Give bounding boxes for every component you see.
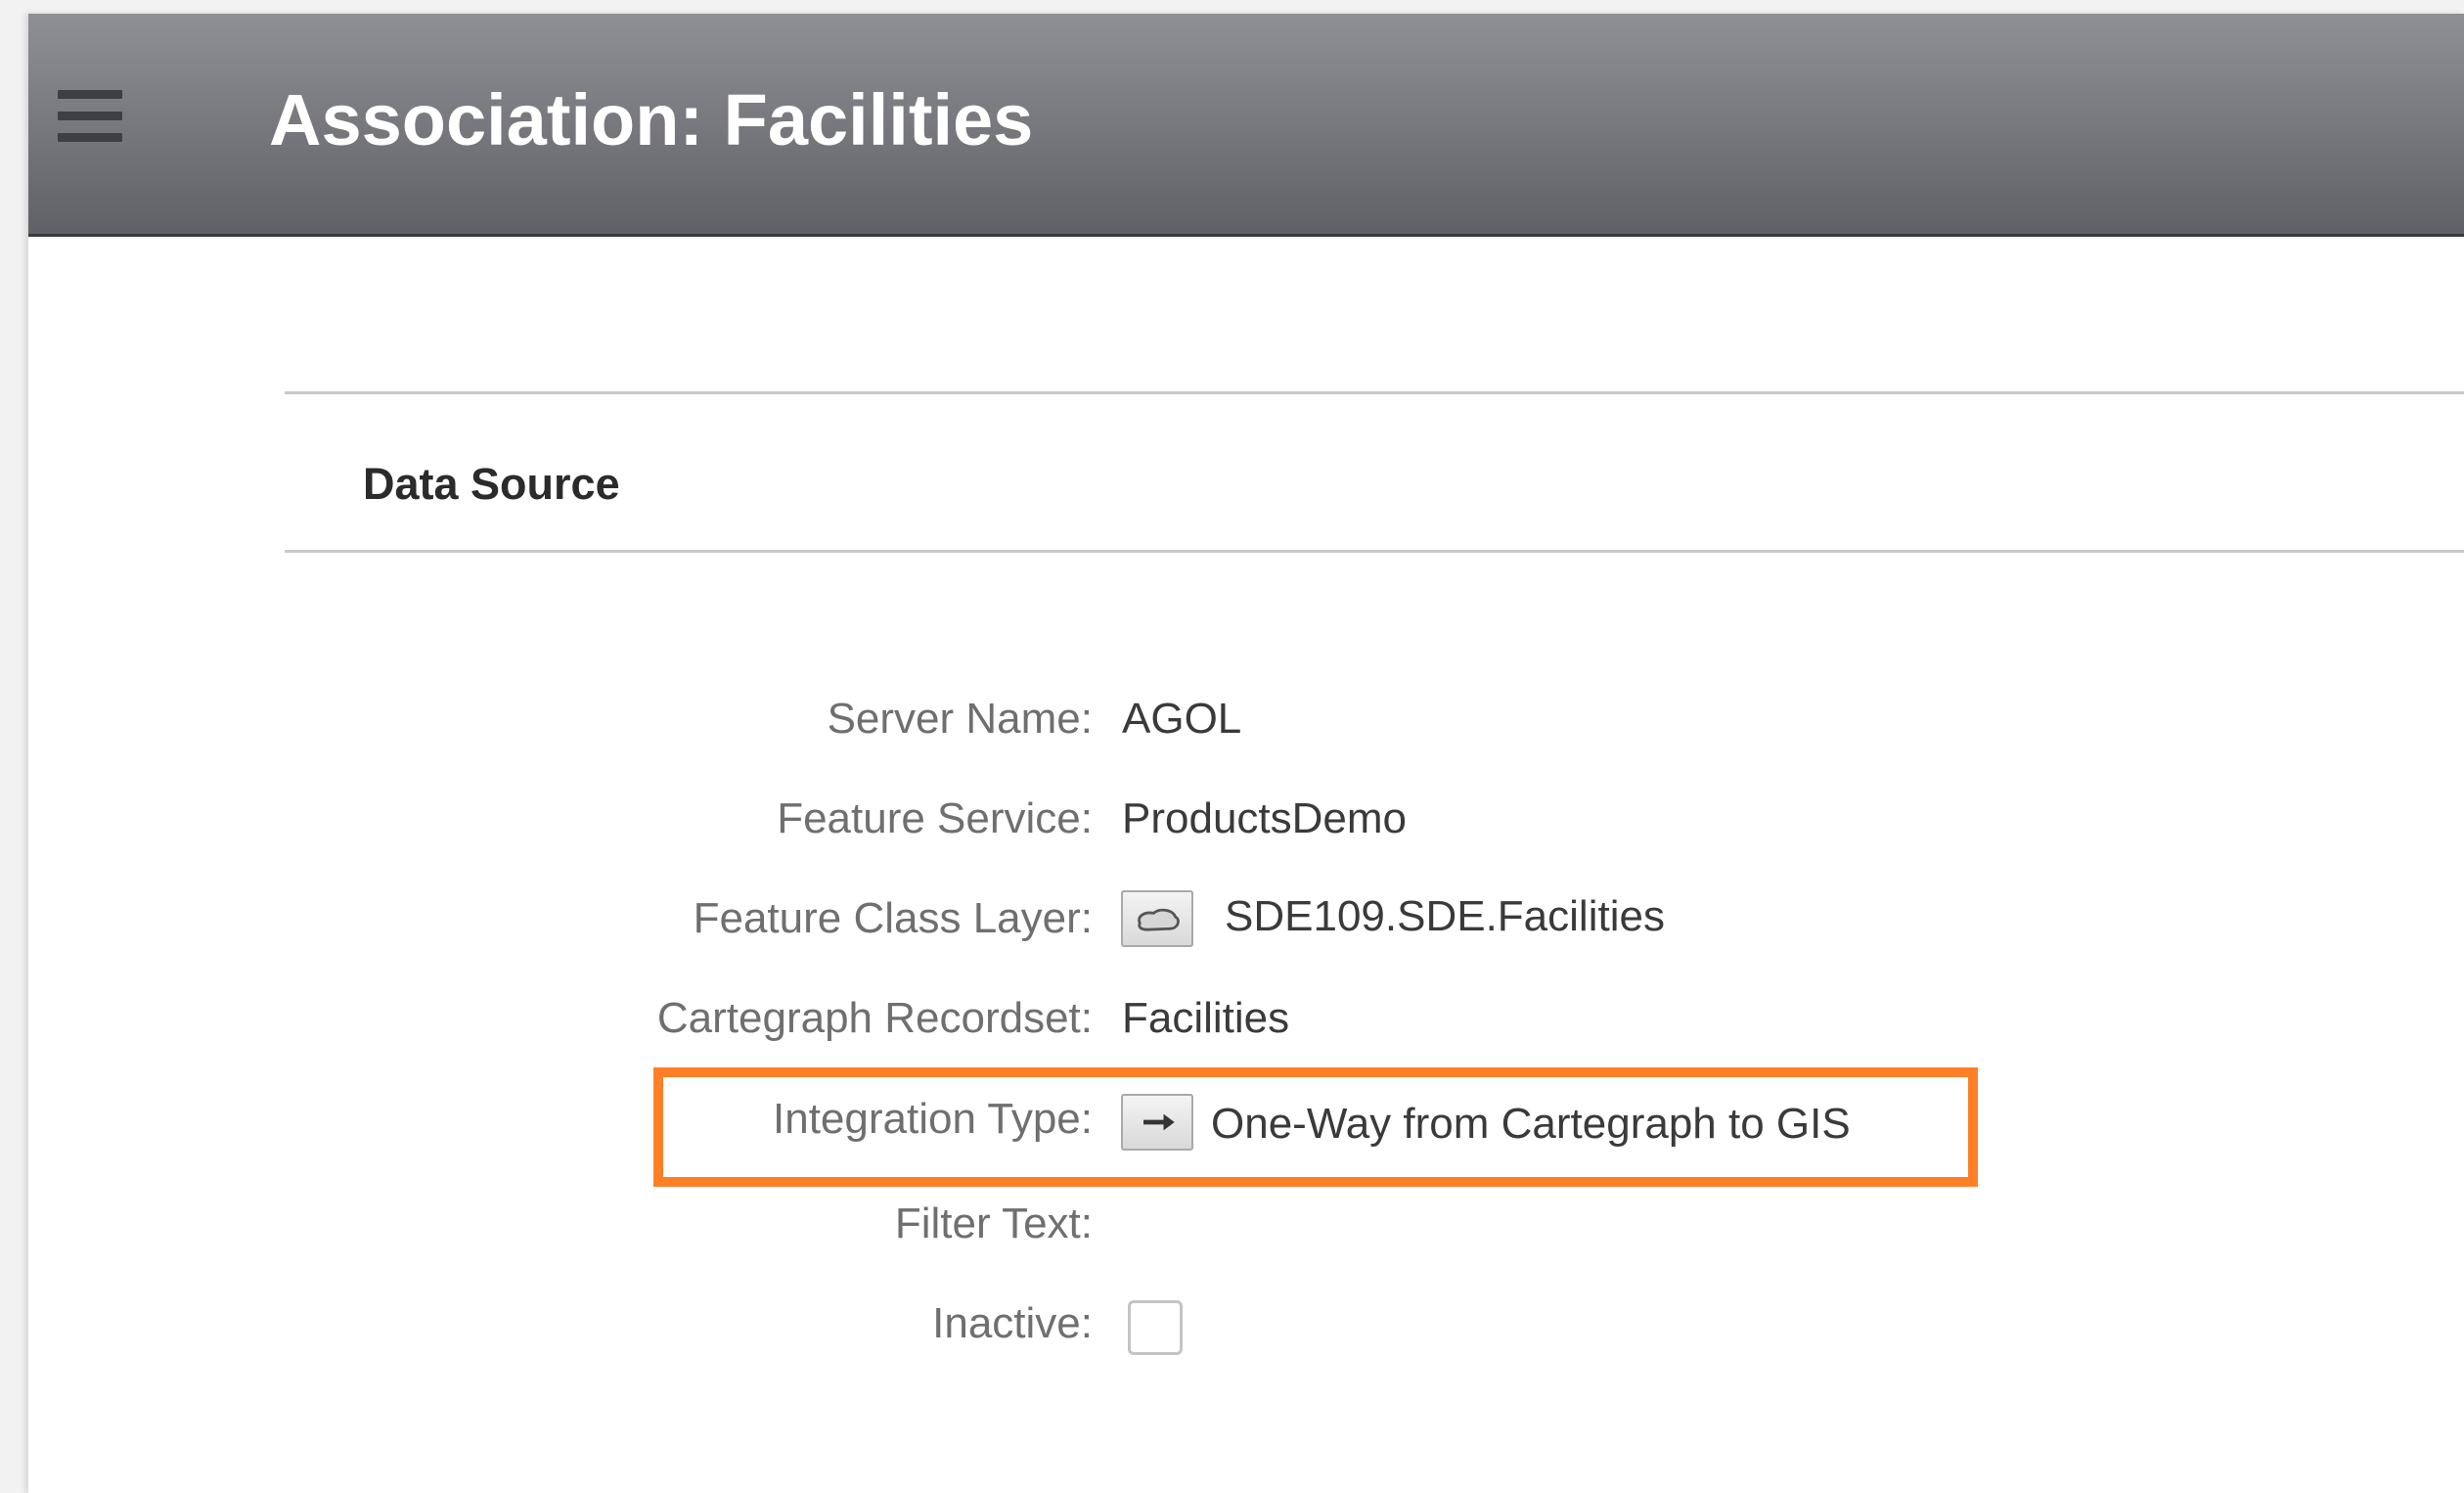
cartegraph-recordset-value: Facilities bbox=[1122, 994, 1290, 1042]
filter-text-label: Filter Text: bbox=[894, 1199, 1093, 1247]
association-window: Association: Facilities Data Source Serv… bbox=[28, 14, 2464, 1493]
feature-service-label: Feature Service: bbox=[777, 794, 1093, 842]
right-arrow-icon bbox=[1121, 1094, 1193, 1151]
section-title: Data Source bbox=[363, 459, 620, 509]
hamburger-menu-icon[interactable] bbox=[58, 90, 122, 145]
feature-class-layer-value: SDE109.SDE.Facilities bbox=[1225, 892, 1665, 940]
server-name-value: AGOL bbox=[1122, 695, 1242, 743]
server-name-label: Server Name: bbox=[827, 695, 1093, 743]
cartegraph-recordset-label: Cartegraph Recordset: bbox=[656, 994, 1093, 1042]
section-divider-bottom bbox=[285, 550, 2464, 553]
integration-type-label: Integration Type: bbox=[773, 1095, 1093, 1143]
section-divider-top bbox=[285, 391, 2464, 394]
integration-type-value: One-Way from Cartegraph to GIS bbox=[1211, 1100, 1851, 1148]
polygon-layer-icon bbox=[1121, 890, 1193, 947]
feature-service-value: ProductsDemo bbox=[1122, 794, 1408, 842]
page-title: Association: Facilities bbox=[269, 79, 1034, 160]
feature-class-layer-label: Feature Class Layer: bbox=[693, 894, 1093, 942]
inactive-label: Inactive: bbox=[932, 1299, 1093, 1347]
inactive-checkbox[interactable] bbox=[1128, 1300, 1183, 1355]
page-header: Association: Facilities bbox=[28, 14, 2464, 237]
